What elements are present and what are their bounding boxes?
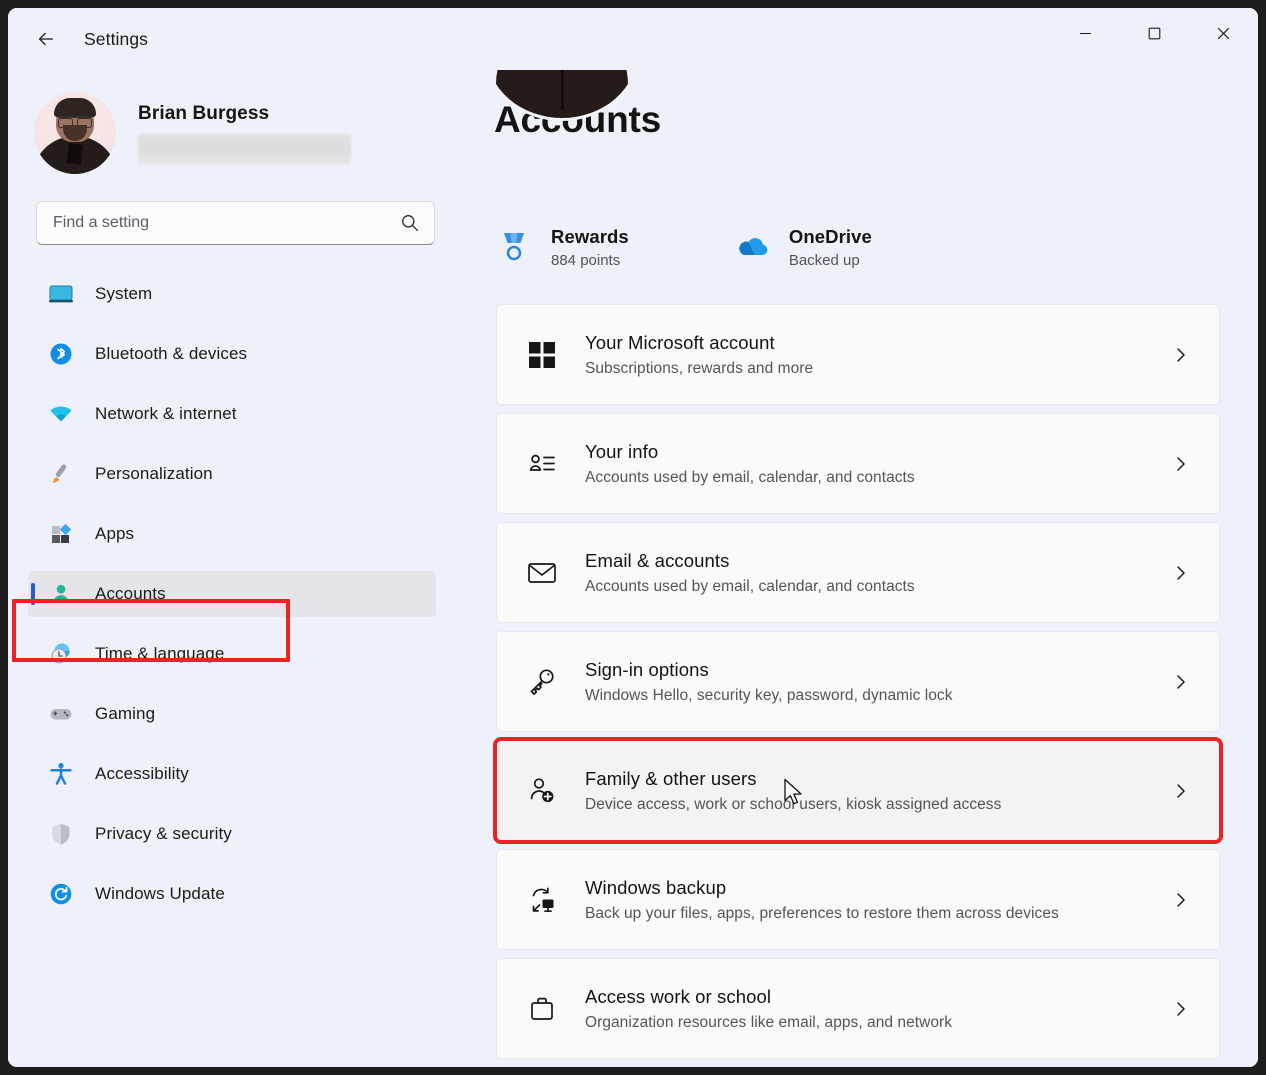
- card-windows-backup[interactable]: Windows backup Back up your files, apps,…: [496, 849, 1220, 950]
- sidebar-item-system[interactable]: System: [28, 271, 436, 317]
- card-subtitle: Subscriptions, rewards and more: [585, 360, 813, 378]
- title-bar: Settings: [8, 8, 1258, 70]
- main-content: Accounts Rewards 884 points: [470, 70, 1258, 1067]
- card-access-work-or-school[interactable]: Access work or school Organization resou…: [496, 958, 1220, 1059]
- profile-email-redacted: [138, 134, 351, 164]
- chevron-right-icon: [1171, 999, 1191, 1019]
- sidebar-item-label: Gaming: [95, 704, 155, 724]
- sidebar-nav: System Bluetooth & devices: [8, 271, 470, 917]
- contact-card-icon: [525, 447, 559, 481]
- chevron-right-icon: [1171, 454, 1191, 474]
- clock-globe-icon: [48, 641, 74, 667]
- window-controls: [1051, 8, 1258, 58]
- key-icon: [525, 665, 559, 699]
- user-profile[interactable]: Brian Burgess: [34, 92, 470, 174]
- rewards-medal-icon: [496, 229, 532, 265]
- search-box: [36, 201, 435, 245]
- card-subtitle: Device access, work or school users, kio…: [585, 796, 1001, 814]
- card-family-other-users[interactable]: Family & other users Device access, work…: [496, 740, 1220, 841]
- chevron-right-icon: [1171, 563, 1191, 583]
- card-sign-in-options[interactable]: Sign-in options Windows Hello, security …: [496, 631, 1220, 732]
- sidebar-item-label: Windows Update: [95, 884, 225, 904]
- card-subtitle: Organization resources like email, apps,…: [585, 1014, 952, 1032]
- avatar: [34, 92, 116, 174]
- sidebar-item-label: System: [95, 284, 152, 304]
- chevron-right-icon: [1171, 781, 1191, 801]
- card-title: Email & accounts: [585, 550, 915, 572]
- account-badges: Rewards 884 points OneDrive Backed up: [470, 212, 1258, 282]
- card-subtitle: Windows Hello, security key, password, d…: [585, 687, 953, 705]
- card-title: Your Microsoft account: [585, 332, 813, 354]
- accessibility-icon: [48, 761, 74, 787]
- badge-title: Rewards: [551, 226, 629, 248]
- card-subtitle: Accounts used by email, calendar, and co…: [585, 469, 915, 487]
- close-button[interactable]: [1189, 8, 1258, 58]
- sidebar-item-label: Time & language: [95, 644, 224, 664]
- card-title: Your info: [585, 441, 915, 463]
- monitor-icon: [48, 281, 74, 307]
- chevron-right-icon: [1171, 345, 1191, 365]
- back-arrow-icon: [35, 28, 57, 50]
- gamepad-icon: [48, 701, 74, 727]
- backup-restore-icon: [525, 883, 559, 917]
- sidebar-item-label: Accessibility: [95, 764, 189, 784]
- card-your-info[interactable]: Your info Accounts used by email, calend…: [496, 413, 1220, 514]
- close-icon: [1217, 27, 1230, 40]
- card-email-accounts[interactable]: Email & accounts Accounts used by email,…: [496, 522, 1220, 623]
- briefcase-icon: [525, 992, 559, 1026]
- badge-subtitle: Backed up: [789, 252, 872, 269]
- minimize-icon: [1079, 27, 1092, 40]
- paintbrush-icon: [48, 461, 74, 487]
- envelope-icon: [525, 556, 559, 590]
- sidebar-item-label: Network & internet: [95, 404, 237, 424]
- sidebar-item-accessibility[interactable]: Accessibility: [28, 751, 436, 797]
- chevron-right-icon: [1171, 890, 1191, 910]
- maximize-icon: [1148, 27, 1161, 40]
- sidebar-item-bluetooth-devices[interactable]: Bluetooth & devices: [28, 331, 436, 377]
- sidebar-item-label: Personalization: [95, 464, 213, 484]
- back-button[interactable]: [26, 19, 66, 59]
- badge-onedrive[interactable]: OneDrive Backed up: [734, 212, 872, 282]
- settings-cards: Your Microsoft account Subscriptions, re…: [470, 304, 1258, 1067]
- chevron-right-icon: [1171, 672, 1191, 692]
- card-subtitle: Back up your files, apps, preferences to…: [585, 905, 1059, 923]
- sidebar-item-privacy-security[interactable]: Privacy & security: [28, 811, 436, 857]
- profile-name: Brian Burgess: [138, 103, 351, 125]
- shield-icon: [48, 821, 74, 847]
- minimize-button[interactable]: [1051, 8, 1120, 58]
- bluetooth-icon: [48, 341, 74, 367]
- card-title: Access work or school: [585, 986, 952, 1008]
- sidebar-item-label: Apps: [95, 524, 134, 544]
- badge-subtitle: 884 points: [551, 252, 629, 269]
- card-your-microsoft-account[interactable]: Your Microsoft account Subscriptions, re…: [496, 304, 1220, 405]
- badge-rewards[interactable]: Rewards 884 points: [496, 212, 629, 282]
- wifi-icon: [48, 401, 74, 427]
- card-title: Family & other users: [585, 768, 1001, 790]
- card-title: Sign-in options: [585, 659, 953, 681]
- sidebar-item-time-language[interactable]: Time & language: [28, 631, 436, 677]
- sidebar-item-accounts[interactable]: Accounts: [28, 571, 436, 617]
- search-input[interactable]: [36, 201, 435, 245]
- sidebar-item-windows-update[interactable]: Windows Update: [28, 871, 436, 917]
- windows-logo-icon: [525, 338, 559, 372]
- person-icon: [48, 581, 74, 607]
- sidebar: Brian Burgess System: [8, 70, 470, 1067]
- onedrive-cloud-icon: [734, 229, 770, 265]
- card-subtitle: Accounts used by email, calendar, and co…: [585, 578, 915, 596]
- person-add-icon: [525, 774, 559, 808]
- sidebar-item-label: Accounts: [95, 584, 166, 604]
- sidebar-item-personalization[interactable]: Personalization: [28, 451, 436, 497]
- badge-title: OneDrive: [789, 226, 872, 248]
- settings-window: Settings: [8, 8, 1258, 1067]
- maximize-button[interactable]: [1120, 8, 1189, 58]
- update-refresh-icon: [48, 881, 74, 907]
- sidebar-item-label: Privacy & security: [95, 824, 232, 844]
- sidebar-item-apps[interactable]: Apps: [28, 511, 436, 557]
- sidebar-item-gaming[interactable]: Gaming: [28, 691, 436, 737]
- app-title: Settings: [84, 29, 148, 50]
- apps-icon: [48, 521, 74, 547]
- sidebar-item-network-internet[interactable]: Network & internet: [28, 391, 436, 437]
- card-title: Windows backup: [585, 877, 1059, 899]
- sidebar-item-label: Bluetooth & devices: [95, 344, 247, 364]
